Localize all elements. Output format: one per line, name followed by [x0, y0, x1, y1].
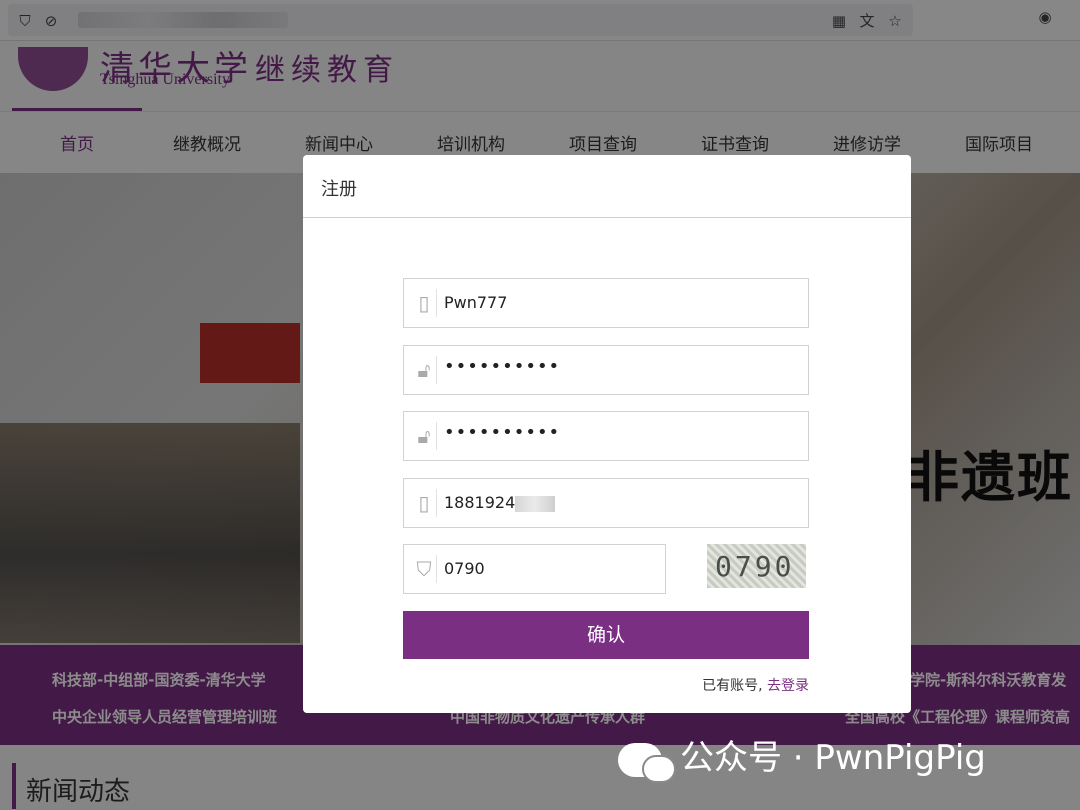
captcha-image[interactable]: 0790 — [707, 544, 806, 588]
phone-field[interactable]: ▯ 1881924 — [403, 478, 809, 528]
wechat-watermark: 公众号 · PwnPigPig — [618, 730, 986, 783]
modal-title: 注册 — [321, 179, 357, 200]
phone-icon: ▯ — [412, 289, 437, 317]
wechat-icon — [618, 742, 676, 783]
phone-icon: ▯ — [412, 489, 437, 517]
confirm-password-value: •••••••••• — [444, 422, 561, 443]
go-login-link[interactable]: 去登录 — [767, 678, 809, 694]
watermark-text: 公众号 · PwnPigPig — [680, 738, 986, 778]
phone-value: 1881924 — [444, 493, 556, 512]
confirm-password-field[interactable]: 🔓︎ •••••••••• — [403, 411, 809, 461]
password-field[interactable]: 🔓︎ •••••••••• — [403, 345, 809, 395]
blurred-digits — [515, 495, 556, 512]
login-prompt: 已有账号, 去登录 — [702, 675, 809, 695]
confirm-button[interactable]: 确认 — [403, 611, 809, 659]
password-value: •••••••••• — [444, 356, 561, 377]
captcha-image-text: 0790 — [715, 550, 795, 583]
captcha-value: 0790 — [444, 559, 485, 578]
modal-header: 注册 — [303, 155, 911, 218]
lock-icon: 🔓︎ — [412, 356, 437, 384]
have-account-text: 已有账号, — [702, 678, 763, 694]
lock-icon: 🔓︎ — [412, 422, 437, 450]
shield-check-icon: ⛉ — [412, 555, 437, 583]
username-field[interactable]: ▯ Pwn777 — [403, 278, 809, 328]
register-modal: 注册 ▯ Pwn777 🔓︎ •••••••••• 🔓︎ •••••••••• … — [303, 155, 911, 713]
captcha-field[interactable]: ⛉ 0790 — [403, 544, 666, 594]
username-value: Pwn777 — [444, 293, 508, 312]
